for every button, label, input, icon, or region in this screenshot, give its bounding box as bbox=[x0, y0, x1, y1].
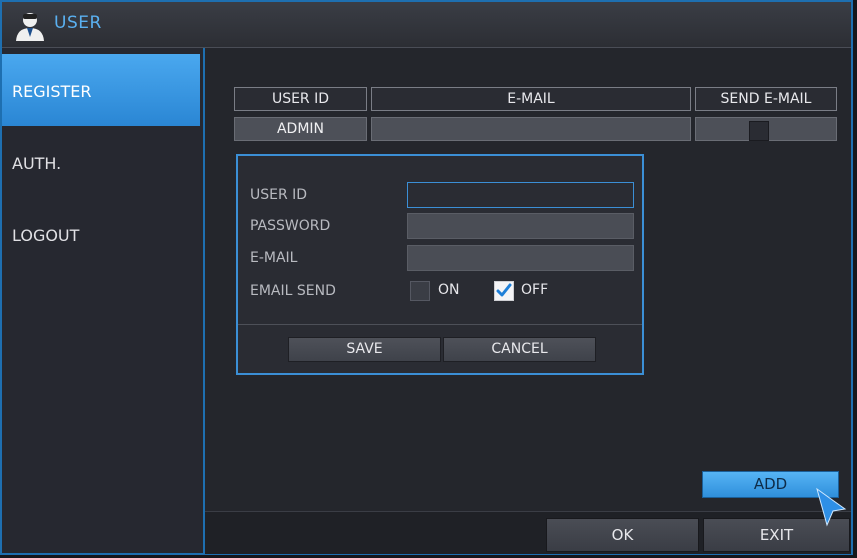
table-header-user-id: USER ID bbox=[234, 87, 367, 111]
ok-button[interactable]: OK bbox=[546, 518, 699, 552]
checkmark-icon bbox=[496, 283, 512, 297]
cancel-button[interactable]: CANCEL bbox=[443, 337, 596, 362]
table-cell-user-id[interactable]: ADMIN bbox=[234, 117, 367, 141]
sidebar: REGISTER AUTH. LOGOUT bbox=[2, 48, 205, 553]
title-bar: USER bbox=[2, 2, 851, 48]
register-user-dialog: USER ID PASSWORD E-MAIL EMAIL SEND ON OF… bbox=[236, 154, 644, 375]
password-input[interactable] bbox=[407, 213, 634, 239]
user-window: USER REGISTER AUTH. LOGOUT USER ID E-MAI… bbox=[0, 0, 853, 555]
table-cell-send-email[interactable] bbox=[695, 117, 837, 141]
email-send-on-label: ON bbox=[438, 282, 460, 298]
sidebar-item-register[interactable]: REGISTER bbox=[2, 54, 200, 126]
email-input[interactable] bbox=[407, 245, 634, 271]
user-id-input[interactable] bbox=[407, 182, 634, 208]
sidebar-item-auth[interactable]: AUTH. bbox=[2, 126, 200, 198]
table-header-send-email: SEND E-MAIL bbox=[695, 87, 837, 111]
email-send-on-checkbox[interactable] bbox=[410, 281, 430, 301]
main-panel: USER ID E-MAIL SEND E-MAIL ADMIN USER ID… bbox=[205, 48, 851, 554]
table-header-email: E-MAIL bbox=[371, 87, 691, 111]
mouse-pointer-icon bbox=[816, 487, 847, 527]
email-send-label: EMAIL SEND bbox=[250, 283, 336, 299]
save-button[interactable]: SAVE bbox=[288, 337, 441, 362]
user-id-label: USER ID bbox=[250, 187, 308, 203]
email-label: E-MAIL bbox=[250, 250, 298, 266]
window-title: USER bbox=[54, 13, 102, 33]
user-icon bbox=[16, 13, 44, 41]
sidebar-item-logout[interactable]: LOGOUT bbox=[2, 198, 200, 270]
send-email-checkbox[interactable] bbox=[749, 121, 769, 141]
password-label: PASSWORD bbox=[250, 218, 331, 234]
table-cell-email[interactable] bbox=[371, 117, 691, 141]
email-send-off-label: OFF bbox=[521, 282, 549, 298]
dialog-divider bbox=[238, 324, 642, 325]
email-send-off-checkbox[interactable] bbox=[494, 281, 514, 301]
